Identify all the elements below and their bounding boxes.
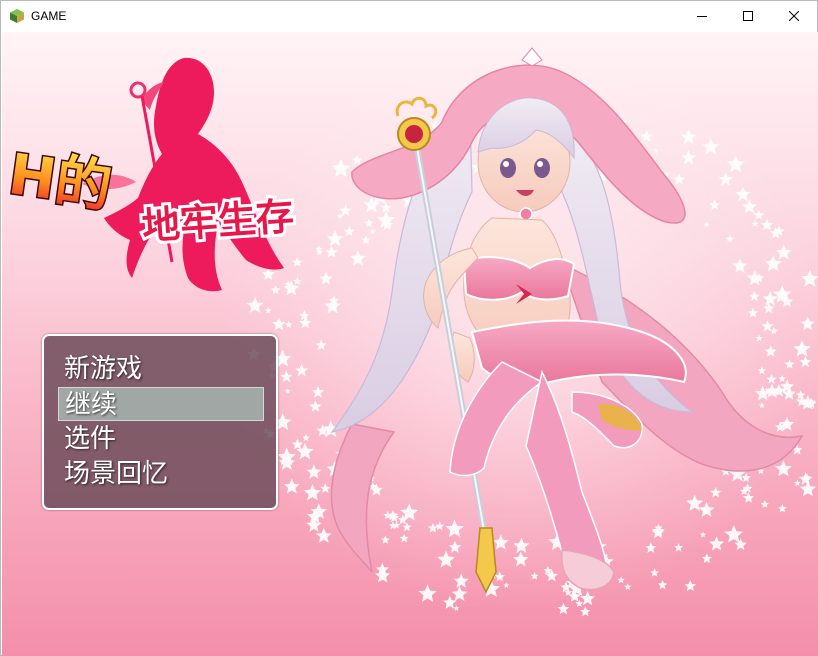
minimize-button[interactable] bbox=[679, 1, 725, 31]
minimize-icon bbox=[697, 16, 707, 17]
star-decoration bbox=[794, 479, 801, 486]
title-menu: 新游戏 继续 选件 场景回忆 bbox=[42, 334, 278, 510]
menu-item-new-game[interactable]: 新游戏 bbox=[58, 352, 264, 386]
menu-item-continue[interactable]: 继续 bbox=[58, 387, 264, 421]
star-decoration bbox=[657, 580, 668, 590]
maximize-icon bbox=[743, 11, 753, 21]
game-canvas[interactable]: H的 地牢生存 新游戏 继续 选件 场景回忆 bbox=[2, 32, 818, 656]
star-decoration bbox=[760, 500, 769, 508]
maximize-button[interactable] bbox=[725, 1, 771, 31]
menu-item-options[interactable]: 选件 bbox=[58, 422, 264, 456]
svg-text:H的: H的 bbox=[5, 142, 116, 221]
window-title: GAME bbox=[31, 9, 67, 23]
logo-h-text: H的 bbox=[3, 140, 117, 222]
star-decoration bbox=[684, 580, 697, 592]
app-icon bbox=[9, 8, 25, 24]
menu-item-scene-recall[interactable]: 场景回忆 bbox=[58, 457, 264, 491]
close-button[interactable] bbox=[771, 1, 817, 31]
close-icon bbox=[789, 11, 799, 21]
star-decoration bbox=[778, 504, 787, 513]
star-decoration bbox=[580, 606, 591, 617]
star-decoration bbox=[453, 605, 460, 611]
title-bar[interactable]: GAME bbox=[1, 1, 817, 31]
game-window: GAME H的 地牢生存 新游戏 继续 选件 场景回忆 bbox=[0, 0, 818, 656]
